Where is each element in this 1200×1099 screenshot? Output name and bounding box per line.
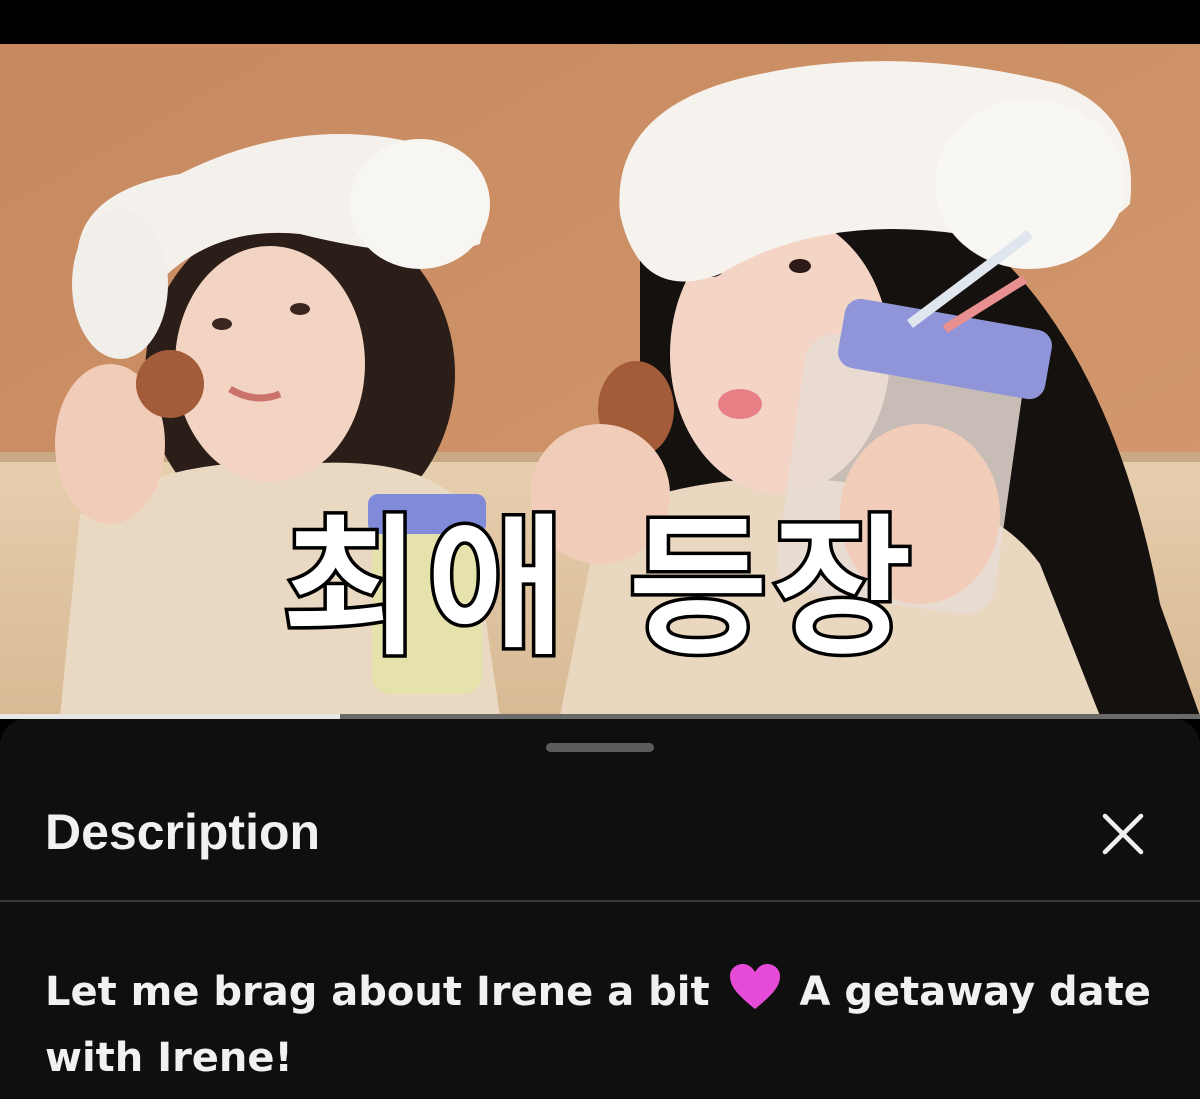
video-player[interactable]: 최애 등장: [0, 44, 1200, 716]
sheet-title: Description: [45, 804, 321, 860]
sheet-divider: [0, 900, 1200, 902]
description-sheet: Description Let me brag about Irene a bi…: [0, 719, 1200, 1099]
close-icon: [1102, 813, 1144, 855]
status-bar: [0, 0, 1200, 44]
pink-heart-icon: [729, 964, 780, 1009]
sheet-drag-handle[interactable]: [546, 743, 654, 752]
description-part1: Let me brag about Irene a bit: [45, 969, 710, 1015]
close-button[interactable]: [1096, 807, 1150, 861]
description-text: Let me brag about Irene a bit A getaway …: [45, 959, 1155, 1091]
video-overlay-caption: 최애 등장: [279, 502, 918, 676]
